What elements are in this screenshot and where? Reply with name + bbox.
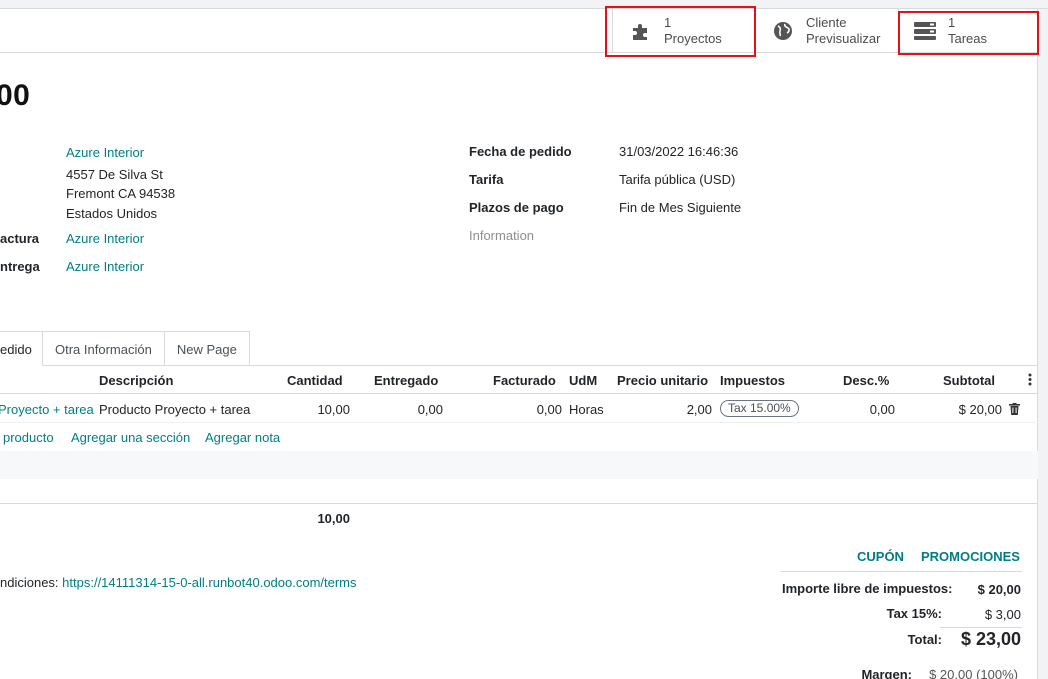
empty-row (0, 451, 1038, 479)
row-delivered[interactable]: 0,00 (360, 402, 443, 417)
order-date-field[interactable]: 31/03/2022 16:46:36 (619, 144, 738, 159)
add-line-controls: producto Agregar una sección Agregar not… (0, 423, 1038, 451)
col-delivered[interactable]: Entregado (374, 373, 438, 388)
table-footer-divider (0, 503, 1038, 504)
column-options-icon[interactable] (1027, 371, 1033, 390)
separator (754, 9, 755, 53)
col-subtotal[interactable]: Subtotal (943, 373, 995, 388)
terms-prefix: ndiciones: (0, 575, 63, 590)
trash-icon[interactable] (1009, 403, 1020, 418)
tax-amount: $ 3,00 (984, 607, 1021, 622)
add-product-link[interactable]: producto (3, 430, 54, 445)
tasks-label: Tareas (948, 31, 988, 46)
add-note-link[interactable]: Agregar nota (205, 430, 280, 445)
total-divider (940, 627, 1022, 628)
customer-line2: Previsualizar (806, 31, 881, 46)
row-quantity[interactable]: 10,00 (270, 402, 350, 417)
col-taxes[interactable]: Impuestos (720, 373, 785, 388)
col-discount[interactable]: Desc.% (843, 373, 889, 388)
row-invoiced[interactable]: 0,00 (470, 402, 562, 417)
col-quantity[interactable]: Cantidad (287, 373, 343, 388)
invoice-address-link[interactable]: Azure Interior (66, 231, 144, 246)
globe-icon (768, 16, 798, 46)
order-lines-header: Descripción Cantidad Entregado Facturado… (0, 366, 1038, 394)
untaxed-label: Importe libre de impuestos: (782, 581, 953, 596)
order-date-label: Fecha de pedido (469, 144, 572, 159)
totals-divider (781, 571, 1022, 572)
table-row[interactable]: Proyecto + tarea Producto Proyecto + tar… (0, 395, 1038, 423)
address-line2: Fremont CA 94538 (66, 186, 176, 201)
separator (898, 9, 899, 53)
untaxed-amount: $ 20,00 (977, 582, 1021, 597)
customer-link[interactable]: Azure Interior (66, 145, 144, 160)
tax-label: Tax 15%: (886, 606, 942, 621)
row-unit-price[interactable]: 2,00 (630, 402, 712, 417)
col-uom[interactable]: UdM (569, 373, 597, 388)
smart-button-bar: 1 Proyectos Cliente Previsualizar 1 Tare… (0, 9, 1038, 53)
row-discount[interactable]: 0,00 (820, 402, 895, 417)
invoice-address-label: actura (0, 231, 40, 246)
notebook-tabs: edido Otra Información New Page (0, 331, 250, 366)
projects-count: 1 (664, 15, 672, 30)
coupon-button[interactable]: CUPÓN (857, 549, 904, 564)
puzzle-icon (626, 16, 656, 46)
separator (612, 9, 613, 53)
total-label: Total: (907, 632, 942, 647)
tax-badge[interactable]: Tax 15.00% (720, 400, 799, 417)
pricelist-label: Tarifa (469, 172, 504, 187)
margin-amount: $ 20,00 (100%) (929, 667, 1018, 679)
tab-new-page[interactable]: New Page (163, 331, 250, 366)
total-quantity: 10,00 (317, 511, 350, 526)
tab-other-info[interactable]: Otra Información (42, 331, 165, 366)
tab-order-lines[interactable]: edido (0, 331, 43, 366)
information-field[interactable]: Information (469, 228, 534, 243)
tasks-icon (910, 16, 940, 46)
pricelist-field[interactable]: Tarifa pública (USD) (619, 172, 735, 187)
address-line3: Estados Unidos (66, 206, 158, 221)
col-description[interactable]: Descripción (99, 373, 173, 388)
delivery-address-link[interactable]: Azure Interior (66, 259, 144, 274)
projects-smart-button[interactable]: 1 Proyectos (612, 9, 754, 53)
add-section-link[interactable]: Agregar una sección (71, 430, 190, 445)
form-sheet: 1 Proyectos Cliente Previsualizar 1 Tare… (0, 6, 1039, 679)
address-line1: 4557 De Silva St (66, 167, 163, 182)
customer-line1: Cliente (806, 15, 847, 30)
payment-terms-label: Plazos de pago (469, 200, 564, 215)
row-subtotal: $ 20,00 (958, 402, 1002, 417)
total-amount: $ 23,00 (960, 629, 1021, 649)
payment-terms-field[interactable]: Fin de Mes Siguiente (619, 200, 741, 215)
customer-preview-smart-button[interactable]: Cliente Previsualizar (754, 9, 898, 53)
projects-label: Proyectos (664, 31, 722, 46)
delivery-address-label: ntrega (0, 259, 40, 274)
col-unit-price[interactable]: Precio unitario (617, 373, 708, 388)
row-product[interactable]: Proyecto + tarea (0, 402, 94, 417)
margin-label: Margen: (861, 667, 912, 679)
row-uom[interactable]: Horas (569, 402, 604, 417)
tasks-count: 1 (948, 15, 956, 30)
promotions-button[interactable]: PROMOCIONES (921, 549, 1020, 564)
order-title: 00 (0, 79, 31, 112)
terms-link[interactable]: https://14111314-15-0-all.runbot40.odoo.… (62, 575, 356, 590)
row-description[interactable]: Producto Proyecto + tarea (99, 402, 250, 417)
tasks-smart-button[interactable]: 1 Tareas (898, 9, 1038, 53)
col-invoiced[interactable]: Facturado (493, 373, 556, 388)
terms-line: ndiciones: https://14111314-15-0-all.run… (0, 575, 357, 590)
